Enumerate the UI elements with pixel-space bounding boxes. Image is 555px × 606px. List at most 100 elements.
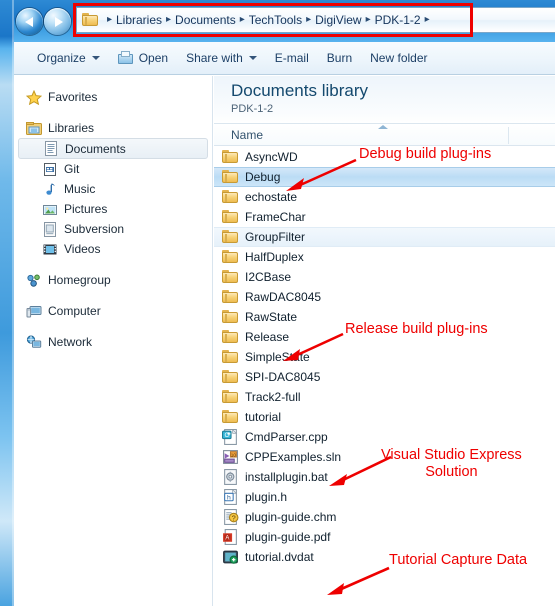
file-list-item[interactable]: GroupFilter [214,227,555,247]
column-header-row: Name [214,123,555,146]
breadcrumb-item-libraries[interactable]: Libraries [115,13,163,27]
folder-icon [222,229,239,245]
explorer-window: ▸ Libraries ▸ Documents ▸ TechTools ▸ Di… [0,0,555,606]
file-list-item[interactable]: 10 CPPExamples.sln [214,447,555,467]
share-with-button[interactable]: Share with [177,46,266,70]
breadcrumb-item-digiview[interactable]: DigiView [314,13,362,27]
file-list-item[interactable]: ? plugin-guide.chm [214,507,555,527]
organize-button[interactable]: Organize [28,46,109,70]
email-button[interactable]: E-mail [266,46,318,70]
file-list-item[interactable]: I2CBase [214,267,555,287]
file-list-item[interactable]: AsyncWD [214,147,555,167]
burn-button[interactable]: Burn [318,46,361,70]
star-icon [25,89,43,105]
file-name-label: plugin.h [245,490,288,504]
dvdat-file-icon [222,549,239,565]
vs-solution-icon: 10 [222,449,239,465]
sort-ascending-icon[interactable] [378,125,388,129]
file-list-item[interactable]: Release [214,327,555,347]
sidebar-item-label: Pictures [64,202,108,216]
libraries-icon [26,121,42,136]
sidebar-item-label: Computer [48,304,101,318]
email-label: E-mail [274,51,309,65]
navigation-pane: Favorites Libraries Documents Git Music … [14,76,213,606]
address-bar[interactable]: ▸ Libraries ▸ Documents ▸ TechTools ▸ Di… [76,7,555,33]
file-list-item[interactable]: tutorial [214,407,555,427]
sidebar-item-label: Music [64,182,96,196]
burn-label: Burn [326,51,353,65]
breadcrumb-item-pdk-1-2[interactable]: PDK-1-2 [374,13,422,27]
new-folder-button[interactable]: New folder [361,46,436,70]
folder-icon [222,369,239,385]
breadcrumb-item-documents[interactable]: Documents [174,13,237,27]
sidebar-item-label: Subversion [64,222,125,236]
breadcrumb-separator: ▸ [239,14,245,25]
window-left-edge [0,0,14,606]
file-list-item[interactable]: RawState [214,307,555,327]
sidebar-item-label: Favorites [48,90,98,104]
file-name-label: FrameChar [245,210,306,224]
file-list-item[interactable]: Track2-full [214,387,555,407]
forward-arrow-icon[interactable] [44,8,71,35]
sidebar-item-label: Network [48,335,93,349]
sidebar-item-computer[interactable]: Computer [14,301,212,321]
file-name-label: Track2-full [245,390,301,404]
file-list-item[interactable]: HalfDuplex [214,247,555,267]
sidebar-item-libraries[interactable]: Libraries [14,118,212,138]
documents-icon [43,141,59,156]
file-list-item[interactable]: RawDAC8045 [214,287,555,307]
sidebar-item-label: Libraries [48,121,95,135]
svg-text:h: h [227,495,231,502]
file-list-item[interactable]: SimpleState [214,347,555,367]
sidebar-item-favorites[interactable]: Favorites [14,87,212,107]
breadcrumb-separator: ▸ [306,14,312,25]
column-divider[interactable] [508,127,509,144]
breadcrumb-item-techtools[interactable]: TechTools [248,13,303,27]
sidebar-item-subversion[interactable]: Subversion [14,219,212,239]
chevron-down-icon [91,56,100,60]
homegroup-icon [26,273,42,288]
new-folder-label: New folder [370,51,428,65]
library-header: Documents library PDK-1-2 [214,76,555,123]
sidebar-item-videos[interactable]: Videos [14,239,212,259]
file-name-label: HalfDuplex [245,250,304,264]
file-name-label: AsyncWD [245,150,298,164]
folder-icon [222,269,239,285]
breadcrumb: ▸ Libraries ▸ Documents ▸ TechTools ▸ Di… [104,13,433,27]
file-list-item[interactable]: Debug [214,167,555,187]
sidebar-item-pictures[interactable]: Pictures [14,199,212,219]
sidebar-item-homegroup[interactable]: Homegroup [14,270,212,290]
file-list-item[interactable]: FrameChar [214,207,555,227]
page-subtitle: PDK-1-2 [231,103,274,115]
organize-label: Organize [37,51,86,65]
file-list-item[interactable]: Aplugin-guide.pdf [214,527,555,547]
file-list-item[interactable]: C CmdParser.cpp [214,427,555,447]
svg-text:?: ? [232,513,236,522]
file-list-item[interactable]: echostate [214,187,555,207]
open-button[interactable]: Open [109,46,177,70]
header-file-icon: h [222,488,239,505]
file-name-label: Debug [245,170,281,184]
file-list-item[interactable]: tutorial.dvdat [214,547,555,567]
sidebar-item-documents[interactable]: Documents [18,138,208,159]
sidebar-item-music[interactable]: Music [14,179,212,199]
folder-icon [222,329,239,345]
sidebar-item-network[interactable]: Network [14,332,212,352]
file-name-label: plugin-guide.pdf [245,530,331,544]
sidebar-item-git[interactable]: Git [14,159,212,179]
column-header-name[interactable]: Name [231,128,263,142]
file-name-label: echostate [245,190,298,204]
svg-text:A: A [225,536,229,542]
file-list-item[interactable]: h plugin.h [214,487,555,507]
file-list-item[interactable]: SPI-DAC8045 [214,367,555,387]
breadcrumb-separator: ▸ [365,14,371,25]
sidebar-item-label: Git [64,162,80,176]
file-list-item[interactable]: installplugin.bat [214,467,555,487]
file-name-label: plugin-guide.chm [245,510,337,524]
sidebar-item-label: Videos [64,242,101,256]
breadcrumb-separator: ▸ [166,14,172,25]
file-name-label: RawState [245,310,298,324]
breadcrumb-separator: ▸ [424,14,430,25]
subversion-icon [42,221,58,237]
back-arrow-icon[interactable] [16,8,43,35]
